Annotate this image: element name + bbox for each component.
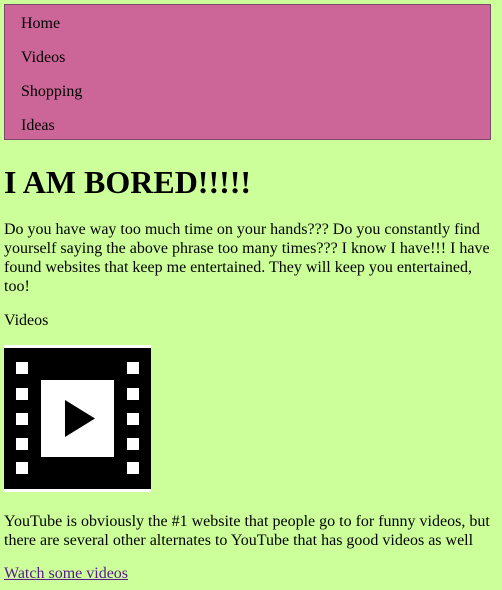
sprocket-hole (127, 413, 139, 425)
sprocket-hole (127, 438, 139, 450)
sprocket-hole (127, 462, 139, 474)
nav-item-videos[interactable]: Videos (21, 48, 65, 68)
sprocket-hole (127, 362, 139, 374)
intro-paragraph: Do you have way too much time on your ha… (4, 221, 490, 295)
nav-item-home[interactable]: Home (21, 14, 60, 34)
nav-bar: Home Videos Shopping Ideas (4, 4, 491, 140)
nav-item-ideas[interactable]: Ideas (21, 116, 55, 136)
page-title: I AM BORED!!!!! (4, 164, 252, 200)
film-strip-graphic (4, 348, 151, 489)
sprocket-hole (16, 388, 28, 400)
sprocket-hole (16, 462, 28, 474)
sprocket-hole (16, 362, 28, 374)
sprocket-hole (127, 388, 139, 400)
film-strip-play-icon (4, 345, 151, 492)
section-label-videos: Videos (4, 312, 49, 329)
nav-item-shopping[interactable]: Shopping (21, 82, 82, 102)
sprocket-hole (16, 438, 28, 450)
description-paragraph: YouTube is obviously the #1 website that… (4, 513, 490, 549)
sprocket-hole (16, 413, 28, 425)
watch-videos-link[interactable]: Watch some videos (4, 564, 128, 583)
